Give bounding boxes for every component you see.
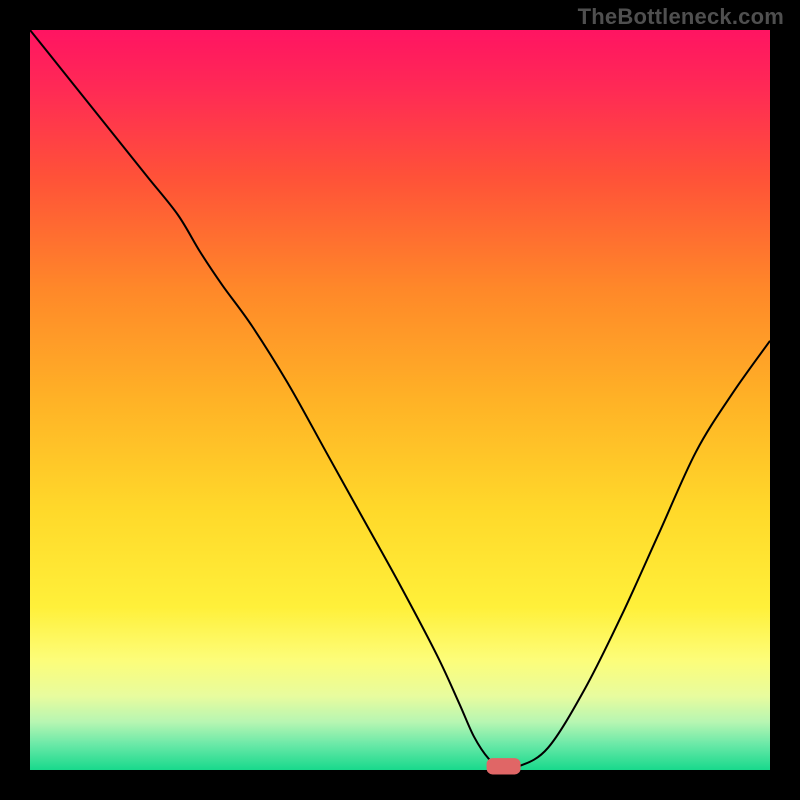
watermark-text: TheBottleneck.com bbox=[578, 4, 784, 30]
plot-background bbox=[30, 30, 770, 770]
bottleneck-chart bbox=[0, 0, 800, 800]
optimal-point-marker bbox=[487, 758, 521, 774]
chart-container: TheBottleneck.com bbox=[0, 0, 800, 800]
